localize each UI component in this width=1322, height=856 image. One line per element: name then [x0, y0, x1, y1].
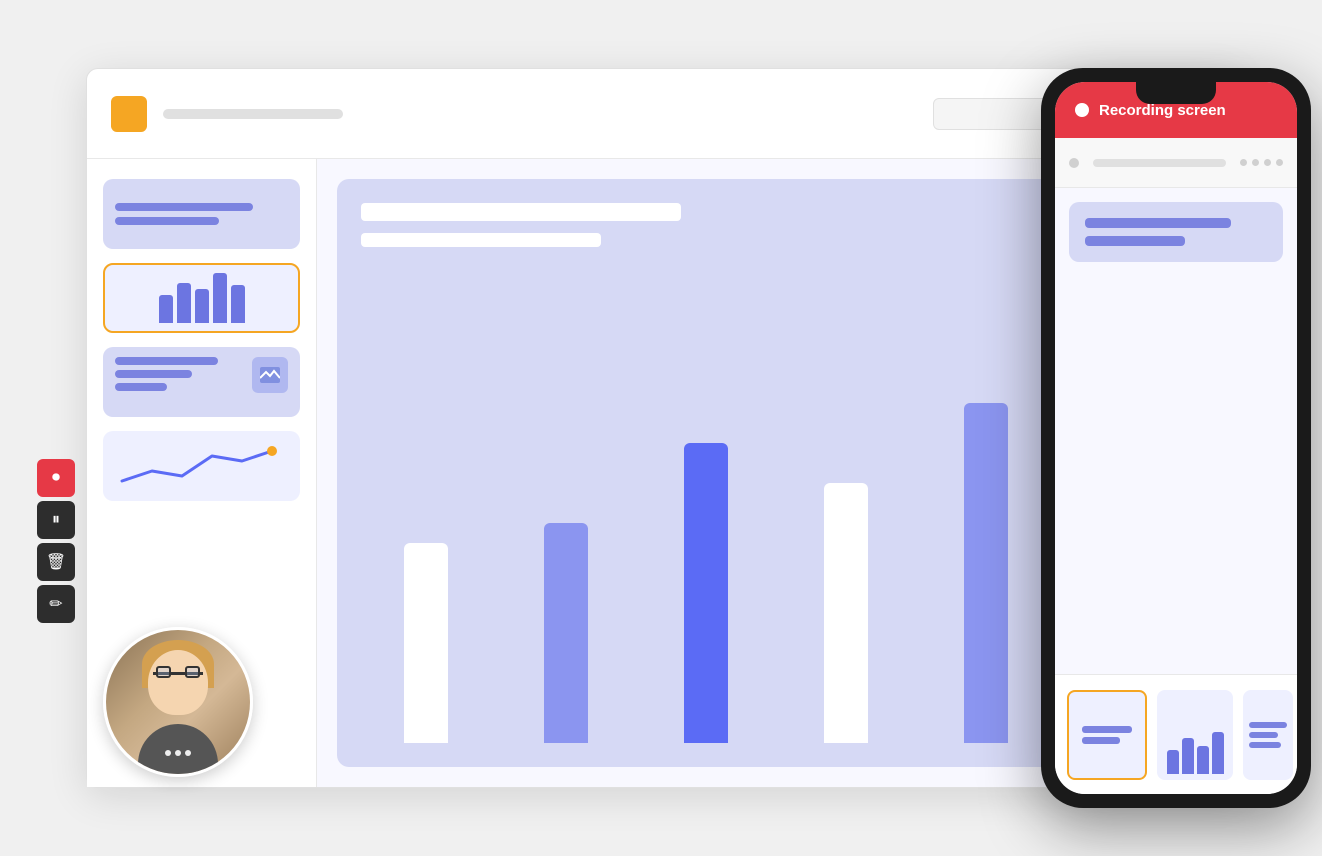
- recording-label: Recording screen: [1099, 102, 1226, 119]
- scene: ⏺ ⏸ 🗑 ✏: [71, 38, 1251, 818]
- phone-content: [1055, 188, 1297, 674]
- delete-button[interactable]: 🗑: [37, 543, 75, 581]
- webcam-dot: [175, 750, 181, 756]
- phone-thumb-bars: [1082, 726, 1132, 744]
- record-button[interactable]: ⏺: [37, 459, 75, 497]
- chart-bar-lavender: [964, 403, 1008, 743]
- phone-action-dots: [1240, 159, 1283, 166]
- chart-bar-blue: [684, 443, 728, 743]
- phone-dot: [1252, 159, 1259, 166]
- sidebar-item-2-active[interactable]: [103, 263, 300, 333]
- chart-bar-lavender: [544, 523, 588, 743]
- sidebar-bar: [213, 273, 227, 323]
- phone-card-line: [1085, 218, 1231, 228]
- phone-thumb-1[interactable]: [1067, 690, 1147, 780]
- phone-mini-bar: [1182, 738, 1194, 774]
- sidebar-card-line: [115, 383, 167, 391]
- phone-mini-bar: [1167, 750, 1179, 774]
- sidebar-chart: [117, 265, 286, 331]
- phone-dot: [1276, 159, 1283, 166]
- sidebar-bar: [177, 283, 191, 323]
- sidebar-item-1[interactable]: [103, 179, 300, 249]
- sidebar-bar: [231, 285, 245, 323]
- sidebar-item-3[interactable]: [103, 347, 300, 417]
- phone-card-line: [1085, 236, 1185, 246]
- bar-group-2: [544, 523, 588, 743]
- bar-group-4: [824, 483, 868, 743]
- phone-thumb3-lines: [1249, 722, 1287, 748]
- webcam-dot: [165, 750, 171, 756]
- phone-mini-bar: [1212, 732, 1224, 774]
- sidebar-card-line: [115, 203, 253, 211]
- phone-content-card: [1069, 202, 1283, 262]
- person-body: [138, 724, 218, 774]
- line-chart-svg: [112, 441, 292, 491]
- phone-notch: [1136, 82, 1216, 104]
- phone-screen: Recording screen: [1055, 82, 1297, 794]
- phone-thumb3-line: [1249, 722, 1287, 728]
- sidebar: ⏺ ⏸ 🗑 ✏: [87, 159, 317, 787]
- bar-group-1: [404, 543, 448, 743]
- phone-thumb3-line: [1249, 742, 1281, 748]
- phone-device: Recording screen: [1041, 68, 1311, 808]
- annotate-button[interactable]: ✏: [37, 585, 75, 623]
- app-logo: [111, 96, 147, 132]
- phone-url-bar: [1093, 159, 1226, 167]
- sidebar-card-line: [115, 217, 219, 225]
- chart-title-bar1: [361, 203, 681, 221]
- webcam-dot: [185, 750, 191, 756]
- toolbar: ⏺ ⏸ 🗑 ✏: [37, 459, 75, 623]
- phone-thumb-line: [1082, 737, 1120, 744]
- phone-browser-bar: [1055, 138, 1297, 188]
- phone-dot: [1264, 159, 1271, 166]
- search-input[interactable]: [933, 98, 1053, 130]
- phone-dot: [1240, 159, 1247, 166]
- chart-title-bar2: [361, 233, 601, 247]
- phone-browser-dot: [1069, 158, 1079, 168]
- pause-button[interactable]: ⏸: [37, 501, 75, 539]
- bar-group-3: [684, 443, 728, 743]
- webcam-avatar: [103, 627, 253, 777]
- phone-bottom-bar: [1055, 674, 1297, 794]
- sidebar-item-4[interactable]: [103, 431, 300, 501]
- sidebar-image-icon: [252, 357, 288, 393]
- chart-bar-light: [404, 543, 448, 743]
- sidebar-bar: [195, 289, 209, 323]
- person-face: [148, 650, 208, 715]
- webcam-placeholder: [106, 630, 250, 774]
- record-icon: ⏺: [52, 469, 60, 487]
- sidebar-bar: [159, 295, 173, 323]
- recording-indicator: [1075, 103, 1089, 117]
- phone-thumb-2[interactable]: [1157, 690, 1233, 780]
- pause-icon: ⏸: [52, 511, 60, 529]
- phone-thumb-line: [1082, 726, 1132, 733]
- pen-icon: ✏: [49, 594, 62, 614]
- webcam-dots: [165, 750, 191, 756]
- phone-thumb-3[interactable]: [1243, 690, 1293, 780]
- phone-thumb3-line: [1249, 732, 1278, 738]
- trash-icon: 🗑: [46, 552, 66, 572]
- chart-bar-light: [824, 483, 868, 743]
- bar-group-5: [964, 403, 1008, 743]
- sidebar-card-line: [115, 357, 218, 365]
- nav-bar: [163, 109, 343, 119]
- phone-mini-bar: [1197, 746, 1209, 774]
- sidebar-card-line: [115, 370, 192, 378]
